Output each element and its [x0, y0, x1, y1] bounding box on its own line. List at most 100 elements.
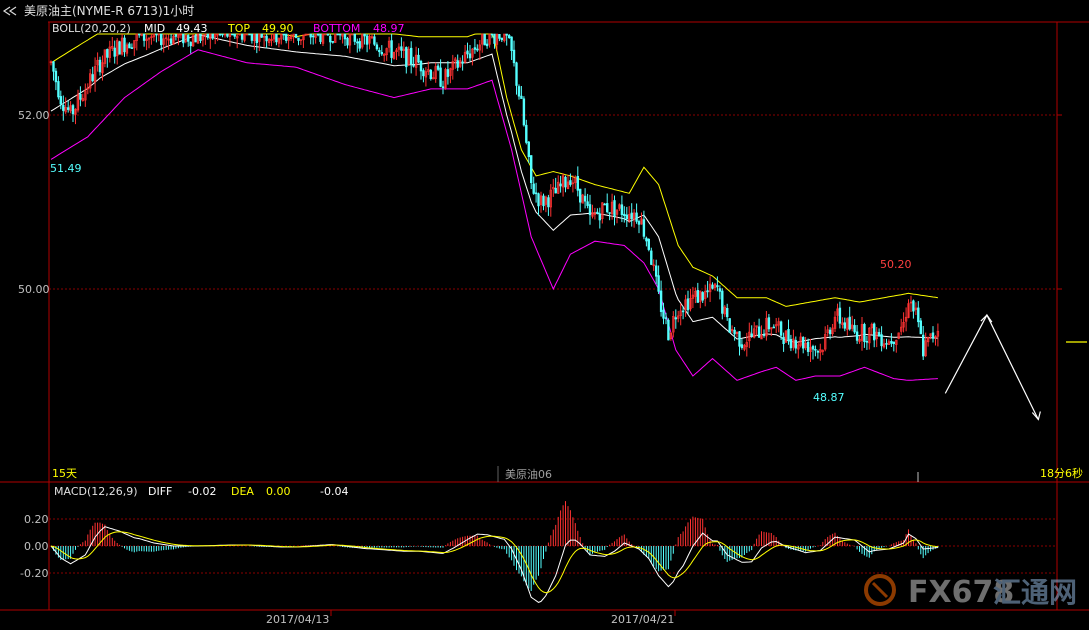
candle-down [848, 316, 851, 330]
candle-down [696, 289, 700, 303]
chart-window: 美原油主(NYME-R 6713)1小时 52.00 50.00 BOLL(20… [0, 0, 1089, 626]
candle-down [510, 36, 513, 52]
macd-name: MACD(12,26,9) [54, 485, 138, 498]
bollinger-bands [50, 33, 938, 381]
candle-down [527, 141, 531, 157]
candle-down [706, 290, 709, 293]
macd-diff-line [50, 526, 938, 603]
candle-down [493, 33, 496, 44]
candle-down [787, 328, 790, 342]
candle-down [331, 41, 334, 43]
candle-down [598, 213, 602, 221]
macd-value: -0.04 [320, 485, 348, 498]
candle-down [365, 35, 369, 45]
candle-down [789, 338, 793, 349]
candle-down [218, 33, 222, 36]
candle-down [284, 33, 288, 41]
candle-down [446, 69, 450, 77]
candle-down [750, 333, 753, 337]
candle-down [718, 288, 722, 292]
candle-down [701, 292, 704, 301]
candle-down [843, 322, 847, 329]
candle-down [921, 334, 925, 357]
macd-dea-line [50, 531, 938, 594]
candle-down [721, 290, 724, 314]
chart-svg[interactable]: 美原油主(NYME-R 6713)1小时 52.00 50.00 BOLL(20… [0, 0, 1089, 626]
candle-down [155, 33, 158, 36]
back-arrows-icon[interactable] [2, 6, 17, 16]
candle-down [174, 34, 178, 37]
boll-bottom-value: 48.97 [373, 22, 405, 35]
candle-down [441, 86, 445, 88]
candle-down [512, 49, 516, 64]
date-label-1: 2017/04/13 [266, 613, 329, 626]
boll-top-label: TOP [227, 22, 250, 35]
candle-down [542, 195, 545, 207]
candle-down [681, 310, 685, 313]
macd-dea-label: DEA [231, 485, 254, 498]
candle-down [260, 33, 263, 38]
candle-down [211, 33, 214, 39]
candle-down [623, 213, 626, 216]
macd-tick-zero: 0.00 [24, 540, 49, 553]
candle-down [436, 65, 440, 70]
candle-down [309, 33, 312, 38]
candle-down [779, 321, 783, 336]
date-label-2: 2017/04/21 [611, 613, 674, 626]
candle-down [772, 326, 776, 329]
candle-down [588, 204, 592, 216]
candle-down [98, 59, 102, 73]
candle-down [473, 47, 477, 50]
candle-down [738, 331, 741, 347]
candle-down [728, 318, 731, 333]
candle-down [106, 49, 109, 58]
candle-down [559, 183, 562, 187]
candle-down [620, 204, 624, 215]
candle-down [54, 70, 58, 83]
candle-down [635, 212, 638, 222]
candle-down [554, 187, 557, 194]
candle-down [711, 284, 714, 289]
candle-down [767, 317, 771, 330]
candle-down [405, 47, 408, 68]
candle-down [319, 33, 322, 42]
candle-down [346, 37, 349, 46]
candle-down [855, 331, 859, 341]
candle-down [537, 193, 540, 207]
candle-down [194, 35, 197, 43]
candle-down [642, 219, 646, 237]
candle-down [716, 285, 719, 288]
candle-down [892, 341, 896, 344]
panel-frames [0, 21, 1089, 611]
candle-down [490, 33, 494, 36]
candle-down [659, 290, 663, 312]
watermark-suffix: 汇通网 [993, 576, 1077, 609]
candle-down [255, 33, 258, 43]
candle-down [409, 47, 413, 65]
candle-down [182, 33, 185, 44]
candle-down [240, 33, 244, 40]
annotation-low: 48.87 [813, 391, 845, 404]
candle-down [417, 54, 420, 63]
title-bar: 美原油主(NYME-R 6713)1小时 [2, 4, 194, 18]
candle-down [500, 37, 503, 41]
candle-down [605, 203, 609, 213]
candle-down [613, 200, 616, 217]
candle-down [358, 41, 361, 49]
candle-down [664, 317, 668, 320]
candle-down [547, 197, 550, 208]
candle-down [294, 33, 298, 38]
candle-down [373, 36, 376, 45]
candle-down [532, 183, 535, 194]
candle-down [838, 307, 842, 324]
candle-down [782, 336, 785, 345]
boll-bottom-label: BOTTOM [313, 22, 360, 35]
candle-down [336, 33, 339, 36]
candle-down [569, 180, 572, 185]
boll-top-value: 49.90 [262, 22, 294, 35]
candle-down [353, 33, 356, 42]
candle-down [248, 33, 251, 36]
candle-down [67, 107, 70, 110]
candle-down [378, 49, 381, 53]
candle-down [199, 33, 202, 41]
